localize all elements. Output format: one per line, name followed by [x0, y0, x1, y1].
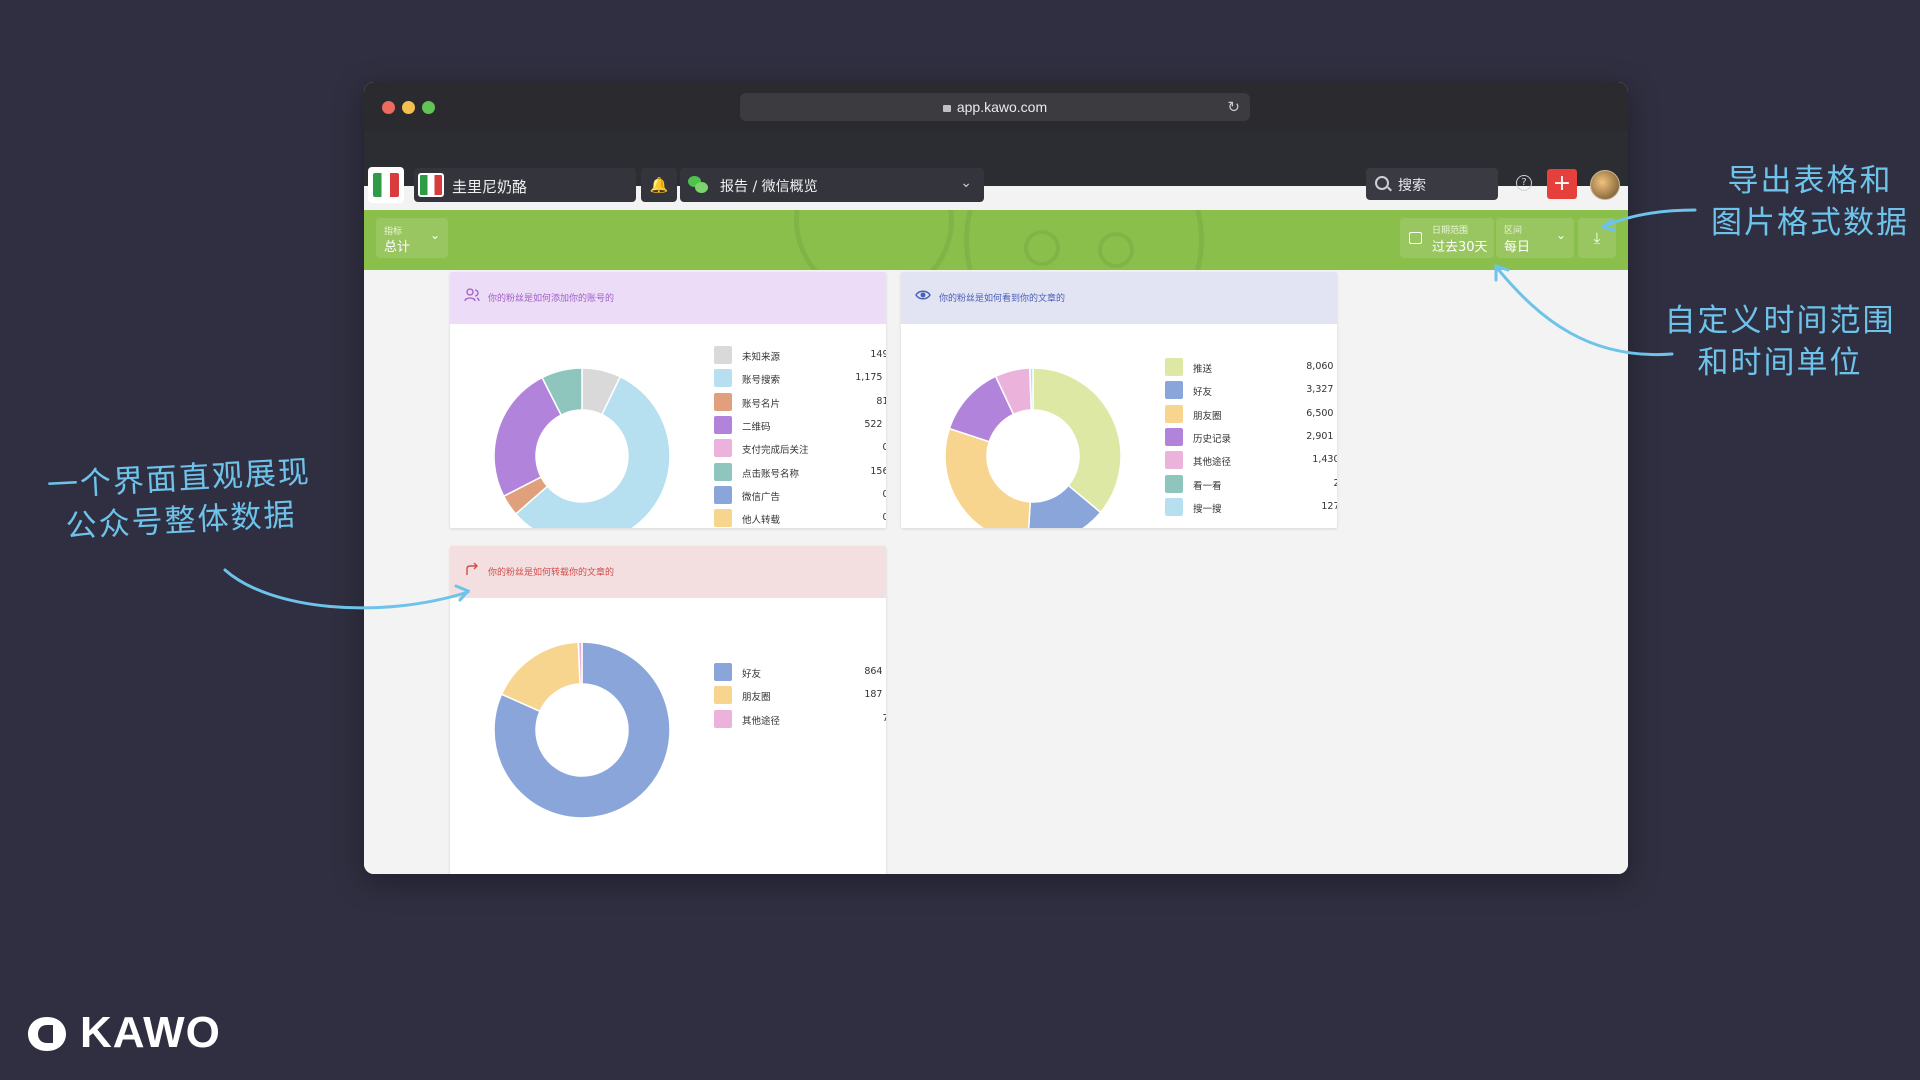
- arrow-export: [1603, 208, 1697, 228]
- arrow-time: [1495, 266, 1674, 357]
- arrow-overview: [223, 568, 470, 610]
- kawo-logo-icon: [28, 1017, 66, 1051]
- annotation-arrows: [223, 208, 1697, 610]
- brand-wordmark: KAWO: [80, 1008, 221, 1057]
